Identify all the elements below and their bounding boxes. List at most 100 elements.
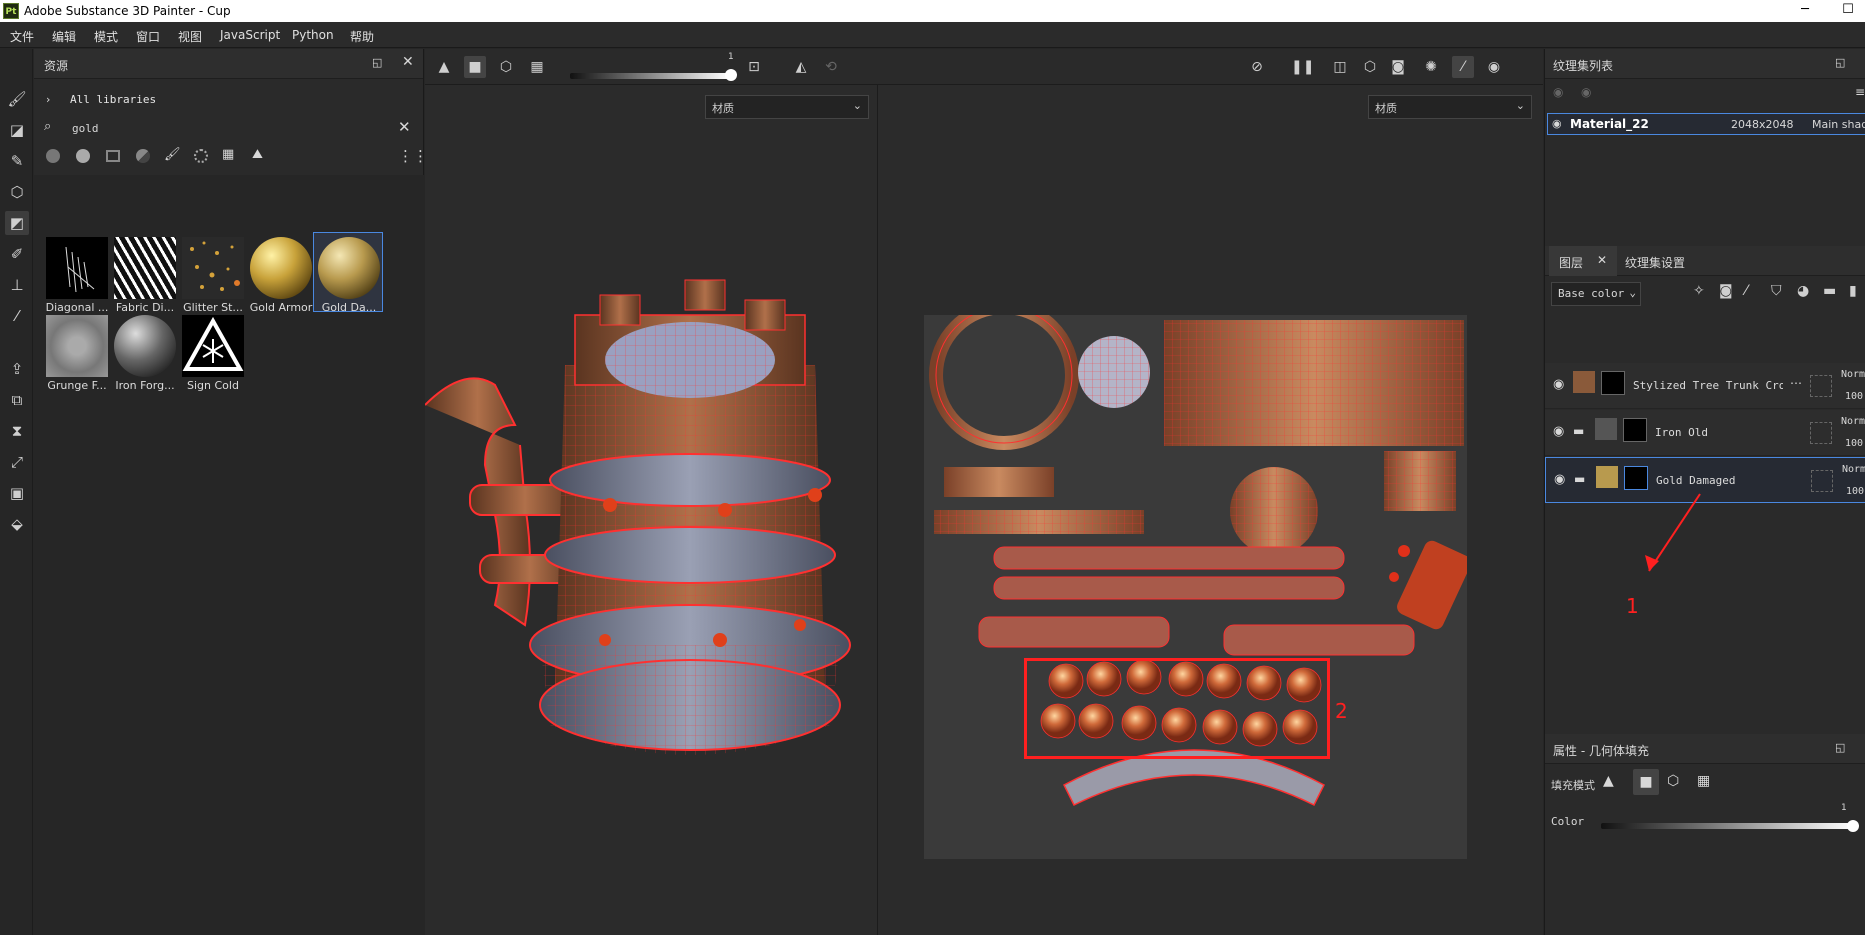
- menu-javascript[interactable]: JavaScript: [220, 28, 280, 42]
- asset-diagonal-thumb[interactable]: [46, 237, 108, 299]
- layer-blend[interactable]: Norm: [1841, 369, 1865, 380]
- menu-file[interactable]: 文件: [10, 28, 34, 45]
- layer-opacity[interactable]: 100: [1846, 486, 1864, 497]
- camera-icon[interactable]: ◙: [1387, 56, 1409, 78]
- texture-filter-icon[interactable]: ▦: [222, 147, 234, 162]
- add-smart-material-icon[interactable]: ◕: [1797, 283, 1809, 299]
- particle-filter-icon[interactable]: [194, 149, 208, 163]
- layer-opacity[interactable]: 100: [1845, 438, 1863, 449]
- color-slider-handle[interactable]: [1847, 820, 1859, 832]
- layer-mask-thumb[interactable]: [1601, 371, 1625, 395]
- float-panel-icon[interactable]: ◱: [1835, 56, 1845, 69]
- eye-icon[interactable]: ◉: [1553, 424, 1564, 439]
- add-folder-icon[interactable]: ▬: [1823, 283, 1836, 299]
- pause-icon[interactable]: ❚❚: [1291, 56, 1314, 78]
- symmetry-icon[interactable]: ◭: [790, 56, 812, 78]
- export-icon[interactable]: ⇪: [5, 357, 29, 381]
- asset-glitter-thumb[interactable]: [182, 237, 244, 299]
- visibility-off-icon[interactable]: ◉: [1553, 85, 1563, 99]
- layer-mask-thumb[interactable]: [1624, 466, 1648, 490]
- 3d-view[interactable]: [425, 85, 875, 935]
- tab-texture-set-settings[interactable]: 纹理集设置: [1625, 254, 1685, 271]
- layer-blend[interactable]: Norm: [1841, 416, 1865, 427]
- smudge-icon[interactable]: ✐: [5, 242, 29, 266]
- mask-filter-icon[interactable]: [106, 150, 120, 162]
- asset-gold-armor-thumb[interactable]: [250, 237, 312, 299]
- brush-mode-icon[interactable]: ⁄: [1452, 56, 1474, 78]
- triangle-fill-icon[interactable]: ▲: [433, 56, 455, 78]
- mesh-fill-icon[interactable]: ⬡: [1667, 773, 1679, 789]
- layer-opacity[interactable]: 100: [1845, 391, 1863, 402]
- menu-help[interactable]: 帮助: [350, 28, 374, 45]
- hide-icon[interactable]: ⊘: [1246, 56, 1268, 78]
- asset-gold-damaged-thumb[interactable]: [318, 237, 380, 299]
- paint-brush-icon[interactable]: 🖌: [5, 87, 29, 111]
- library-breadcrumb[interactable]: All libraries: [70, 93, 156, 106]
- close-icon[interactable]: ✕: [402, 54, 414, 70]
- eye-icon[interactable]: ◉: [1554, 472, 1565, 487]
- environment-filter-icon[interactable]: ⛰: [252, 147, 263, 162]
- texture-set-row[interactable]: ◉ Material_22 2048x2048 Main shader: [1547, 113, 1865, 135]
- triangle-fill-icon[interactable]: ▲: [1603, 773, 1614, 789]
- viewport[interactable]: 2 材质 ⌄ 材质 ⌄: [425, 49, 1543, 935]
- layer-row[interactable]: ◉ Stylized Tree Trunk Cross ⋯ Norm 100: [1545, 363, 1865, 409]
- eye-icon[interactable]: ◉: [1553, 377, 1564, 392]
- bake-icon[interactable]: ⧉: [5, 388, 29, 412]
- polygon-fill-mode-icon[interactable]: ■: [464, 56, 486, 78]
- screenshot-icon[interactable]: ◉: [1483, 56, 1505, 78]
- link-icon[interactable]: ⤢: [5, 450, 29, 474]
- eye-icon[interactable]: ◉: [1552, 117, 1562, 130]
- grid-view-icon[interactable]: ⋮⋮: [398, 147, 428, 165]
- display-settings-icon[interactable]: ▣: [5, 481, 29, 505]
- chevron-right-icon[interactable]: ›: [46, 93, 50, 106]
- smart-material-filter-icon[interactable]: [76, 149, 90, 163]
- layer-mask-thumb[interactable]: [1623, 418, 1647, 442]
- close-tab-icon[interactable]: ✕: [1597, 253, 1607, 267]
- clone-stamp-icon[interactable]: ⊥: [5, 273, 29, 297]
- uv-chunk-icon[interactable]: ▦: [526, 56, 548, 78]
- split-view-icon[interactable]: ◫: [1329, 56, 1351, 78]
- search-input[interactable]: gold: [72, 122, 99, 135]
- channel-dropdown[interactable]: Base color ⌄: [1551, 282, 1641, 306]
- mesh-fill-icon[interactable]: ⬡: [495, 56, 517, 78]
- left-channel-dropdown[interactable]: 材质 ⌄: [705, 95, 869, 119]
- menu-window[interactable]: 窗口: [136, 28, 160, 45]
- 3d-view-icon[interactable]: ⬡: [1359, 56, 1381, 78]
- tab-layers[interactable]: 图层 ✕: [1549, 246, 1617, 276]
- more-icon[interactable]: ⋯: [1790, 376, 1802, 390]
- uv-chunk-icon[interactable]: ▦: [1697, 773, 1710, 789]
- float-panel-icon[interactable]: ◱: [1835, 741, 1845, 754]
- color-picker-icon[interactable]: ⁄: [5, 304, 29, 328]
- slider-handle[interactable]: [725, 69, 737, 81]
- asset-sign-cold-thumb[interactable]: [182, 315, 244, 377]
- polygon-fill-icon[interactable]: ◩: [5, 211, 29, 235]
- hourglass-icon[interactable]: ⧗: [5, 419, 29, 443]
- asset-fabric-thumb[interactable]: [114, 237, 176, 299]
- brush-filter-icon[interactable]: 🖌: [164, 147, 181, 162]
- asset-iron-forged-thumb[interactable]: [114, 315, 176, 377]
- layer-blend[interactable]: Norm: [1842, 464, 1865, 475]
- add-paint-layer-icon[interactable]: ⁄: [1745, 283, 1747, 299]
- projection-icon[interactable]: ✎: [5, 149, 29, 173]
- menu-icon[interactable]: ≡: [1855, 85, 1865, 99]
- color-slider-track[interactable]: [1601, 823, 1853, 829]
- material-filter-icon[interactable]: [46, 149, 60, 163]
- layer-row[interactable]: ◉ ▬ Iron Old Norm 100: [1545, 410, 1865, 456]
- menu-view[interactable]: 视图: [178, 28, 202, 45]
- add-effect-icon[interactable]: ✧: [1693, 283, 1705, 299]
- shader-settings-icon[interactable]: ⬙: [5, 512, 29, 536]
- add-fill-layer-icon[interactable]: ⛉: [1771, 283, 1782, 299]
- float-panel-icon[interactable]: ◱: [372, 56, 382, 69]
- symmetry-settings-icon[interactable]: ⟲: [820, 56, 842, 78]
- add-mask-icon[interactable]: ◙: [1719, 283, 1733, 299]
- delete-layer-icon[interactable]: ▮: [1849, 283, 1857, 299]
- eraser-icon[interactable]: ◪: [5, 118, 29, 142]
- polygon-fill-mode-icon[interactable]: ■: [1633, 769, 1659, 795]
- generator-filter-icon[interactable]: [136, 149, 150, 163]
- menu-python[interactable]: Python: [292, 28, 334, 42]
- geometry-mask-icon[interactable]: ⬡: [5, 180, 29, 204]
- right-channel-dropdown[interactable]: 材质 ⌄: [1368, 95, 1532, 119]
- uv-canvas[interactable]: [924, 300, 1471, 859]
- clear-search-icon[interactable]: ✕: [398, 118, 411, 136]
- fit-icon[interactable]: ⊡: [743, 56, 765, 78]
